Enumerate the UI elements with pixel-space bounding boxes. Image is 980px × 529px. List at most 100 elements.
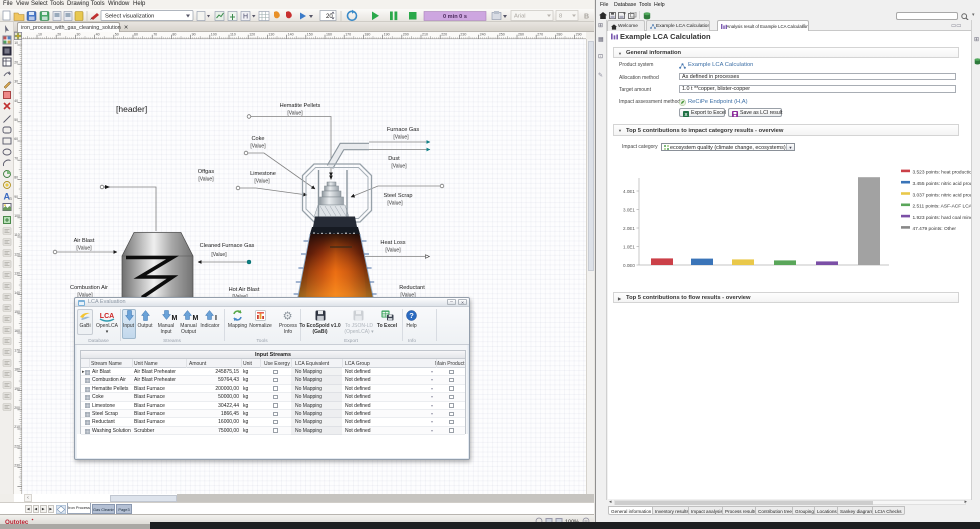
svg-text:150: 150 [307,33,313,37]
svg-text:2.511 points: ASF-ACF LCA Exa: 2.511 points: ASF-ACF LCA Exa [913,204,972,210]
svg-text:Coke: Coke [251,136,264,142]
svg-text:70: 70 [14,156,18,160]
svg-text:220: 220 [14,444,20,448]
svg-text:10: 10 [14,41,18,45]
svg-text:180: 180 [364,33,370,37]
svg-text:2.0E1: 2.0E1 [623,226,635,231]
svg-text:X: X [684,111,687,116]
svg-text:80: 80 [14,176,18,180]
svg-text:160: 160 [326,33,332,37]
svg-text:Hematite Pellets: Hematite Pellets [280,103,321,109]
svg-text:70: 70 [153,33,157,37]
svg-text:B: B [584,14,589,21]
svg-text:230: 230 [460,33,466,37]
svg-text:[Value]: [Value] [254,179,270,185]
svg-text:140: 140 [14,291,20,295]
svg-text:[Value]: [Value] [211,252,227,258]
svg-text:190: 190 [14,387,20,391]
svg-text:150: 150 [14,310,20,314]
svg-text:290: 290 [576,33,582,37]
svg-text:130: 130 [14,272,20,276]
svg-text:1.0E1: 1.0E1 [623,245,635,250]
svg-text:1.923 points: hard coal mine o: 1.923 points: hard coal mine o [913,215,972,221]
svg-text:[header]: [header] [116,104,147,114]
svg-text:3.037 points: nitric acid prod: 3.037 points: nitric acid produc [913,192,972,198]
svg-text:[Value]: [Value] [393,135,409,141]
svg-text:[Value]: [Value] [385,248,401,254]
svg-text:Dust: Dust [388,156,400,162]
svg-text:220: 220 [441,33,447,37]
svg-text:?: ? [409,311,414,320]
svg-text:210: 210 [14,425,20,429]
svg-text:130: 130 [268,33,274,37]
svg-text:30: 30 [14,80,18,84]
svg-text:160: 160 [14,329,20,333]
svg-text:0 min 0 s: 0 min 0 s [443,14,467,20]
svg-text:4.0E1: 4.0E1 [623,189,635,194]
svg-text:80: 80 [172,33,176,37]
svg-text:Heat Loss: Heat Loss [380,240,405,246]
svg-text:120: 120 [14,252,20,256]
svg-text:3.455 points: nitric acid prod: 3.455 points: nitric acid produc [913,181,972,187]
svg-text:Steel Scrap: Steel Scrap [384,193,413,199]
svg-text:30: 30 [76,33,80,37]
svg-text:270: 270 [537,33,543,37]
svg-text:110: 110 [230,33,236,37]
svg-text:⚙: ⚙ [283,311,293,322]
svg-text:20: 20 [57,33,61,37]
svg-text:90: 90 [192,33,196,37]
svg-text:3.523 points: heat production,: 3.523 points: heat production, at [913,170,972,176]
svg-text:60: 60 [134,33,138,37]
svg-text:Hot Air Blast: Hot Air Blast [229,287,260,293]
svg-text:280: 280 [556,33,562,37]
svg-text:20: 20 [14,60,18,64]
svg-text:40: 40 [14,99,18,103]
svg-text:10: 10 [38,33,42,37]
svg-text:[Value]: [Value] [250,144,266,150]
svg-text:Limestone: Limestone [250,171,276,177]
svg-text:90: 90 [14,195,18,199]
svg-text:[Value]: [Value] [287,111,303,117]
svg-text:M: M [172,315,178,321]
svg-text:M: M [193,315,199,321]
svg-text:250: 250 [499,33,505,37]
svg-text:120: 120 [249,33,255,37]
svg-text:50: 50 [115,33,119,37]
svg-text:240: 240 [480,33,486,37]
svg-text:200: 200 [403,33,409,37]
svg-text:Reductant: Reductant [399,285,425,291]
svg-text:60: 60 [14,137,18,141]
svg-text:180: 180 [14,368,20,372]
svg-text:230: 230 [14,464,20,468]
svg-text:260: 260 [518,33,524,37]
svg-text:Furnace Gas: Furnace Gas [387,127,420,133]
svg-text:[Value]: [Value] [387,201,403,207]
svg-text:140: 140 [288,33,294,37]
svg-text:190: 190 [384,33,390,37]
svg-text:Combustion Air: Combustion Air [70,285,108,291]
svg-text:210: 210 [422,33,428,37]
svg-text:[Value]: [Value] [198,177,214,183]
svg-text:LCA: LCA [100,313,114,320]
svg-text:200: 200 [14,406,20,410]
svg-text:Air Blast: Air Blast [74,238,95,244]
svg-text:100: 100 [211,33,217,37]
svg-text:Arial: Arial [514,14,526,20]
svg-text:Cleaned Furnace Gas: Cleaned Furnace Gas [200,243,255,249]
svg-text:H: H [243,14,248,21]
svg-text:20: 20 [326,14,333,20]
svg-text:110: 110 [14,233,20,237]
svg-text:I: I [215,315,217,321]
svg-text:[Value]: [Value] [391,164,407,170]
svg-text:100: 100 [14,214,20,218]
svg-text:0.0E0: 0.0E0 [623,263,635,268]
svg-text:3.0E1: 3.0E1 [623,208,635,213]
svg-text:40: 40 [96,33,100,37]
svg-text:170: 170 [14,348,20,352]
svg-text:Offgas: Offgas [198,169,215,175]
svg-text:47.479 points: Other: 47.479 points: Other [913,226,957,232]
svg-text:170: 170 [345,33,351,37]
svg-text:a: a [9,196,12,202]
svg-text:8: 8 [559,14,562,20]
svg-text:50: 50 [14,118,18,122]
